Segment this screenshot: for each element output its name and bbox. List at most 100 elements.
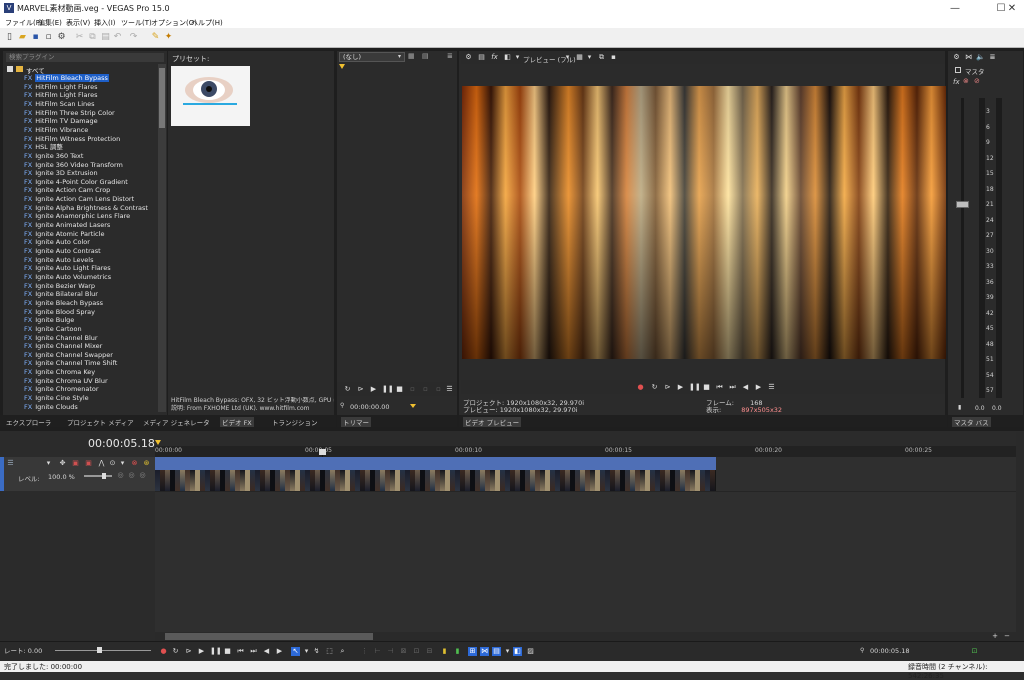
- plugin-list-item[interactable]: FX Ignite Channel Swapper: [24, 351, 113, 360]
- master-downmix-icon[interactable]: ⋈: [964, 53, 973, 62]
- pause-icon[interactable]: ❚❚: [382, 385, 394, 394]
- plugin-list-item[interactable]: FX Ignite Auto Color: [24, 238, 90, 247]
- preview-settings-icon[interactable]: ⚙: [464, 53, 473, 62]
- plugin-list-item[interactable]: FX Ignite Auto Light Flares: [24, 264, 111, 273]
- next-frame-icon[interactable]: ▶: [754, 383, 763, 392]
- plugin-list-item[interactable]: FX Ignite 3D Extrusion: [24, 169, 98, 178]
- save-snapshot-icon[interactable]: ▪: [609, 53, 618, 62]
- tab-transitions[interactable]: トランジション: [272, 417, 318, 427]
- split-icon[interactable]: ⋮: [360, 647, 369, 656]
- plugin-list-item[interactable]: FX Ignite Bilateral Blur: [24, 290, 98, 299]
- chevron-down-icon[interactable]: ▾: [585, 53, 594, 62]
- loop-icon[interactable]: ↻: [343, 385, 352, 394]
- track-mode-icon[interactable]: ⊙: [108, 459, 117, 468]
- record-icon[interactable]: ●: [159, 647, 168, 656]
- menu-view[interactable]: 表示(V): [66, 18, 90, 28]
- chevron-down-icon[interactable]: ▾: [503, 647, 512, 656]
- video-clip[interactable]: [155, 457, 716, 491]
- plugin-list-item[interactable]: FX Ignite Chroma UV Blur: [24, 377, 108, 386]
- track-compositing-child-icon[interactable]: ◎: [127, 471, 136, 480]
- ignore-grouping-icon[interactable]: ▨: [526, 647, 535, 656]
- play-from-start-icon[interactable]: ⊳: [356, 385, 365, 394]
- trimmer-tool-icon[interactable]: ▦: [408, 52, 417, 61]
- plugin-search-input[interactable]: 検索プラグイン: [6, 53, 164, 62]
- properties-icon[interactable]: ✦: [163, 32, 174, 43]
- tab-video-preview[interactable]: ビデオ プレビュー: [463, 417, 522, 427]
- lock-envelopes-to-events-icon[interactable]: ◧: [513, 647, 522, 656]
- tab-trimmer[interactable]: トリマー: [341, 417, 371, 427]
- master-checkbox[interactable]: [955, 67, 961, 73]
- chevron-down-icon[interactable]: ▾: [118, 459, 127, 468]
- track-motion-icon[interactable]: ✥: [58, 459, 67, 468]
- trimmer-menu-icon[interactable]: ≣: [447, 52, 456, 61]
- play-icon[interactable]: ▶: [197, 647, 206, 656]
- play-icon[interactable]: ▶: [369, 385, 378, 394]
- normal-edit-tool-icon[interactable]: ↖: [291, 647, 300, 656]
- auto-crossfade-icon[interactable]: ⋈: [480, 647, 489, 656]
- save-as-icon[interactable]: ▫: [43, 32, 54, 43]
- copy-icon[interactable]: ⧉: [87, 32, 98, 43]
- plugin-list-item[interactable]: FX Ignite Anamorphic Lens Flare: [24, 212, 130, 221]
- rate-slider[interactable]: [55, 647, 151, 653]
- plugin-list-item[interactable]: FX HitFilm Light Flares: [24, 91, 97, 100]
- track-level-slider[interactable]: [84, 473, 112, 479]
- redo-icon[interactable]: ↷: [128, 32, 139, 43]
- plugin-list-item[interactable]: FX Ignite Alpha Brightness & Contrast: [24, 204, 148, 213]
- menu-edit[interactable]: 編集(E): [38, 18, 62, 28]
- plugin-list-item[interactable]: FX Ignite 4-Point Color Gradient: [24, 178, 128, 187]
- delete-icon[interactable]: ⊠: [399, 647, 408, 656]
- zoom-in-icon[interactable]: +: [991, 632, 999, 640]
- zoom-out-icon[interactable]: −: [1003, 632, 1011, 640]
- tab-video-fx[interactable]: ビデオ FX: [220, 417, 254, 427]
- trim-icon[interactable]: ⊡: [412, 647, 421, 656]
- plugin-list-item[interactable]: FX Ignite 360 Video Transform: [24, 161, 123, 170]
- go-to-start-icon[interactable]: ⏮: [715, 383, 724, 392]
- plugin-list-item[interactable]: FX Ignite Bezier Warp: [24, 282, 95, 291]
- plugin-list-item[interactable]: FX HitFilm Vibrance: [24, 126, 88, 135]
- plugin-list-item[interactable]: FX Ignite Bulge: [24, 316, 74, 325]
- plugin-list-item[interactable]: FX HitFilm TV Damage: [24, 117, 98, 126]
- plugin-list-item[interactable]: FX Ignite Blood Spray: [24, 308, 95, 317]
- master-solo-icon[interactable]: ⊘: [974, 77, 980, 85]
- plugin-list-item[interactable]: FX Ignite Auto Volumetrics: [24, 273, 111, 282]
- tab-media-generators[interactable]: メディア ジェネレータ: [143, 417, 210, 427]
- auto-ripple-icon[interactable]: ▤: [492, 647, 501, 656]
- speaker-icon[interactable]: 🔈: [976, 53, 985, 62]
- next-frame-icon[interactable]: ▶: [275, 647, 284, 656]
- trimmer-add-track-icon[interactable]: ▫: [434, 385, 443, 394]
- tab-explorer[interactable]: エクスプローラ: [6, 417, 51, 427]
- cut-icon[interactable]: ✂: [74, 32, 85, 43]
- track-parent-icon[interactable]: ◎: [138, 471, 147, 480]
- plugin-list-item[interactable]: FX HitFilm Three Strip Color: [24, 109, 115, 118]
- track-fx-icon[interactable]: ▣: [71, 459, 80, 468]
- chevron-down-icon[interactable]: ▾: [398, 53, 401, 60]
- plugin-list-item[interactable]: FX Ignite Animated Lasers: [24, 221, 110, 230]
- play-from-start-icon[interactable]: ⊳: [184, 647, 193, 656]
- plugin-list-item[interactable]: FX Ignite Channel Time Shift: [24, 359, 117, 368]
- close-icon[interactable]: ✕: [1000, 0, 1024, 17]
- split-screen-icon[interactable]: ◧: [503, 53, 512, 62]
- trimmer-add-icon[interactable]: ▤: [422, 52, 431, 61]
- insert-region-icon[interactable]: ▮: [453, 647, 462, 656]
- open-folder-icon[interactable]: ▰: [17, 32, 28, 43]
- lock-icon[interactable]: ▮: [958, 404, 961, 411]
- stop-icon[interactable]: ■: [702, 383, 711, 392]
- new-file-icon[interactable]: ▯: [4, 32, 15, 43]
- stop-icon[interactable]: ■: [395, 385, 404, 394]
- menu-tools[interactable]: ツール(T): [121, 18, 152, 28]
- track-solo-icon[interactable]: ⊛: [142, 459, 151, 468]
- menu-help[interactable]: ヘルプ(H): [191, 18, 223, 28]
- settings-icon[interactable]: ⚙: [56, 32, 67, 43]
- plugin-list-item[interactable]: FX HitFilm Light Flares: [24, 83, 97, 92]
- play-icon[interactable]: ▶: [676, 383, 685, 392]
- overlays-icon[interactable]: ▦: [575, 53, 584, 62]
- chevron-down-icon[interactable]: ▾: [302, 647, 311, 656]
- prev-frame-icon[interactable]: ◀: [262, 647, 271, 656]
- video-fx-icon[interactable]: fx: [490, 53, 499, 62]
- plugin-list-item[interactable]: FX Ignite Chroma Key: [24, 368, 95, 377]
- plugin-list-item[interactable]: FX Ignite Auto Contrast: [24, 247, 101, 256]
- loop-icon[interactable]: ↻: [650, 383, 659, 392]
- plugin-list-item[interactable]: FX HitFilm Scan Lines: [24, 100, 95, 109]
- record-icon[interactable]: ●: [636, 383, 645, 392]
- plugin-list-item[interactable]: FX Ignite 360 Text: [24, 152, 83, 161]
